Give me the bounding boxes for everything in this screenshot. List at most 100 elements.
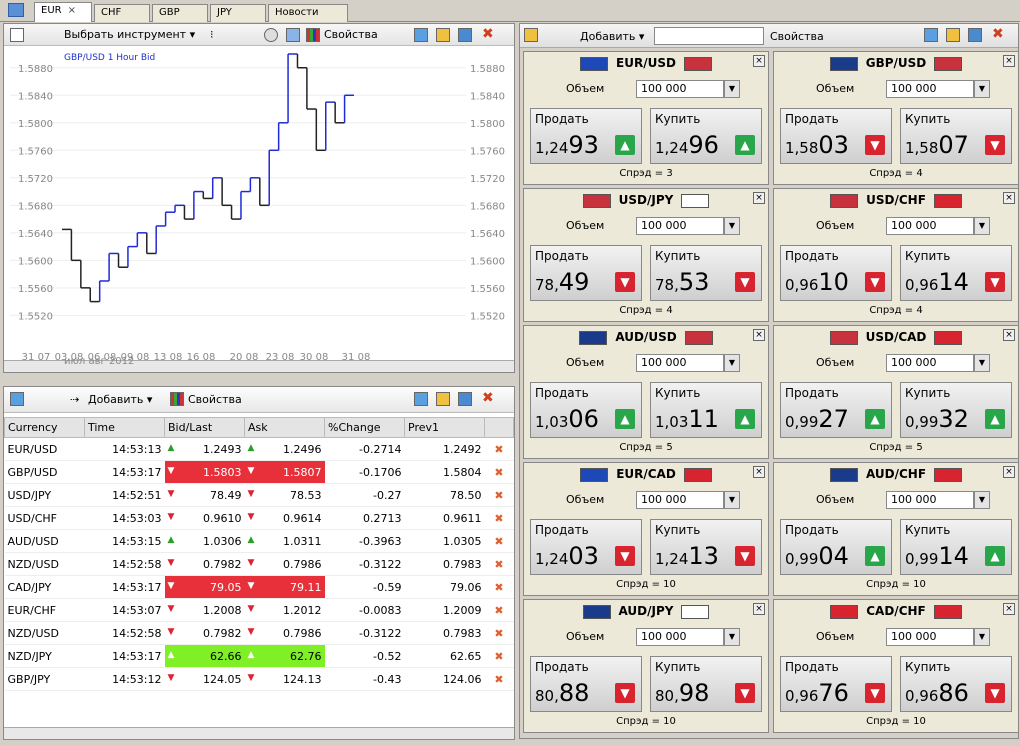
- sell-button[interactable]: Продать 0,9610 ▼: [780, 245, 892, 301]
- volume-input[interactable]: 100 000: [636, 491, 724, 509]
- buy-button[interactable]: Купить 0,9686 ▼: [900, 656, 1012, 712]
- new-window-icon[interactable]: [946, 28, 960, 42]
- deal-add-button[interactable]: Добавить ▾: [580, 30, 644, 43]
- deal-instrument-combo[interactable]: [654, 27, 764, 45]
- close-icon[interactable]: ✖: [482, 26, 494, 42]
- table-row[interactable]: EUR/USD 14:53:13 ▲ 1.2493 ▲ 1.2496 -0.2714 1.24…: [4, 437, 514, 461]
- volume-dropdown-icon[interactable]: ▼: [974, 491, 990, 509]
- sell-button[interactable]: Продать 1,5803 ▼: [780, 108, 892, 164]
- app-icon[interactable]: [8, 3, 24, 17]
- col-currency[interactable]: Currency: [4, 417, 85, 438]
- col-prev1[interactable]: Prev1: [404, 417, 485, 438]
- table-row[interactable]: CAD/JPY 14:53:17 ▼ 79.05 ▼ 79.11 -0.59 79.06 ✖: [4, 575, 514, 599]
- volume-input[interactable]: 100 000: [886, 628, 974, 646]
- volume-dropdown-icon[interactable]: ▼: [724, 80, 740, 98]
- price-chart[interactable]: 1.5880 1.5880 1.5840 1.5840 1.5800 1.5800 1.57…: [4, 46, 514, 363]
- tab-новости[interactable]: Новости: [268, 4, 348, 22]
- table-row[interactable]: NZD/USD 14:52:58 ▼ 0.7982 ▼ 0.7986 -0.3122 0.79…: [4, 621, 514, 645]
- buy-button[interactable]: Купить 1,5807 ▼: [900, 108, 1012, 164]
- sell-button[interactable]: Продать 78,49 ▼: [530, 245, 642, 301]
- card-close-icon[interactable]: ×: [753, 329, 765, 341]
- table-icon[interactable]: [10, 392, 24, 406]
- gear-icon[interactable]: [264, 28, 278, 42]
- pin-icon[interactable]: [414, 392, 428, 406]
- maximize-icon[interactable]: [968, 28, 982, 42]
- delete-row-icon[interactable]: ✖: [494, 443, 503, 456]
- delete-row-icon[interactable]: ✖: [494, 489, 503, 502]
- buy-button[interactable]: Купить 78,53 ▼: [650, 245, 762, 301]
- buy-button[interactable]: Купить 0,9914 ▲: [900, 519, 1012, 575]
- card-close-icon[interactable]: ×: [1003, 603, 1015, 615]
- quotes-scrollbar[interactable]: [4, 727, 514, 739]
- card-close-icon[interactable]: ×: [1003, 55, 1015, 67]
- sell-button[interactable]: Продать 1,2403 ▼: [530, 519, 642, 575]
- tab-jpy[interactable]: JPY: [210, 4, 266, 22]
- add-instrument-button[interactable]: Добавить ▾: [88, 393, 152, 406]
- card-close-icon[interactable]: ×: [753, 192, 765, 204]
- table-row[interactable]: GBP/JPY 14:53:12 ▼ 124.05 ▼ 124.13 -0.43 124.06…: [4, 667, 514, 691]
- delete-row-icon[interactable]: ✖: [494, 673, 503, 686]
- volume-input[interactable]: 100 000: [636, 628, 724, 646]
- volume-input[interactable]: 100 000: [636, 354, 724, 372]
- close-icon[interactable]: ✖: [482, 390, 494, 406]
- new-window-icon[interactable]: [436, 392, 450, 406]
- chart-type-icon[interactable]: [10, 28, 24, 42]
- volume-dropdown-icon[interactable]: ▼: [974, 354, 990, 372]
- volume-input[interactable]: 100 000: [886, 217, 974, 235]
- maximize-icon[interactable]: [458, 28, 472, 42]
- volume-dropdown-icon[interactable]: ▼: [974, 217, 990, 235]
- volume-dropdown-icon[interactable]: ▼: [724, 491, 740, 509]
- delete-row-icon[interactable]: ✖: [494, 650, 503, 663]
- delete-row-icon[interactable]: ✖: [494, 466, 503, 479]
- table-row[interactable]: USD/CHF 14:53:03 ▼ 0.9610 ▼ 0.9614 0.2713 0.961…: [4, 506, 514, 530]
- table-row[interactable]: NZD/JPY 14:53:17 ▲ 62.66 ▲ 62.76 -0.52 62.65 ✖: [4, 644, 514, 668]
- card-close-icon[interactable]: ×: [753, 466, 765, 478]
- chart-properties-label[interactable]: Свойства: [324, 28, 378, 41]
- delete-row-icon[interactable]: ✖: [494, 512, 503, 525]
- quotes-properties-label[interactable]: Свойства: [188, 393, 242, 406]
- delete-row-icon[interactable]: ✖: [494, 558, 503, 571]
- table-row[interactable]: USD/JPY 14:52:51 ▼ 78.49 ▼ 78.53 -0.27 78.50 ✖: [4, 483, 514, 507]
- table-row[interactable]: EUR/CHF 14:53:07 ▼ 1.2008 ▼ 1.2012 -0.0083 1.20…: [4, 598, 514, 622]
- table-row[interactable]: AUD/USD 14:53:15 ▲ 1.0306 ▲ 1.0311 -0.3963 1.03…: [4, 529, 514, 553]
- buy-button[interactable]: Купить 80,98 ▼: [650, 656, 762, 712]
- pin-icon[interactable]: [414, 28, 428, 42]
- delete-row-icon[interactable]: ✖: [494, 627, 503, 640]
- card-close-icon[interactable]: ×: [1003, 329, 1015, 341]
- sell-button[interactable]: Продать 1,0306 ▲: [530, 382, 642, 438]
- dropdown-arrow-icon[interactable]: ⁝: [210, 28, 214, 41]
- sell-button[interactable]: Продать 80,88 ▼: [530, 656, 642, 712]
- volume-dropdown-icon[interactable]: ▼: [724, 628, 740, 646]
- deal-properties-label[interactable]: Свойства: [770, 30, 824, 43]
- properties-icon[interactable]: [170, 392, 184, 406]
- tab-chf[interactable]: CHF: [94, 4, 150, 22]
- buy-button[interactable]: Купить 1,2413 ▼: [650, 519, 762, 575]
- table-row[interactable]: NZD/USD 14:52:58 ▼ 0.7982 ▼ 0.7986 -0.3122 0.79…: [4, 552, 514, 576]
- tab-eur[interactable]: EUR ×: [34, 2, 92, 22]
- volume-input[interactable]: 100 000: [886, 491, 974, 509]
- tab-close-icon[interactable]: ×: [68, 5, 76, 16]
- delete-row-icon[interactable]: ✖: [494, 581, 503, 594]
- card-close-icon[interactable]: ×: [753, 55, 765, 67]
- grid-icon[interactable]: [286, 28, 300, 42]
- col-change[interactable]: %Change: [324, 417, 405, 438]
- card-close-icon[interactable]: ×: [1003, 466, 1015, 478]
- volume-dropdown-icon[interactable]: ▼: [974, 80, 990, 98]
- volume-input[interactable]: 100 000: [636, 217, 724, 235]
- sell-button[interactable]: Продать 0,9904 ▲: [780, 519, 892, 575]
- tab-gbp[interactable]: GBP: [152, 4, 208, 22]
- pin-icon[interactable]: [924, 28, 938, 42]
- volume-input[interactable]: 100 000: [886, 80, 974, 98]
- properties-icon[interactable]: [306, 28, 320, 42]
- sell-button[interactable]: Продать 0,9676 ▼: [780, 656, 892, 712]
- volume-dropdown-icon[interactable]: ▼: [724, 354, 740, 372]
- volume-input[interactable]: 100 000: [886, 354, 974, 372]
- close-icon[interactable]: ✖: [992, 26, 1004, 42]
- delete-row-icon[interactable]: ✖: [494, 604, 503, 617]
- volume-input[interactable]: 100 000: [636, 80, 724, 98]
- volume-dropdown-icon[interactable]: ▼: [724, 217, 740, 235]
- chart-svg[interactable]: 1.5880 1.5880 1.5840 1.5840 1.5800 1.5800 1.57…: [4, 46, 514, 363]
- delete-row-icon[interactable]: ✖: [494, 535, 503, 548]
- deal-icon[interactable]: [524, 28, 538, 42]
- buy-button[interactable]: Купить 1,2496 ▲: [650, 108, 762, 164]
